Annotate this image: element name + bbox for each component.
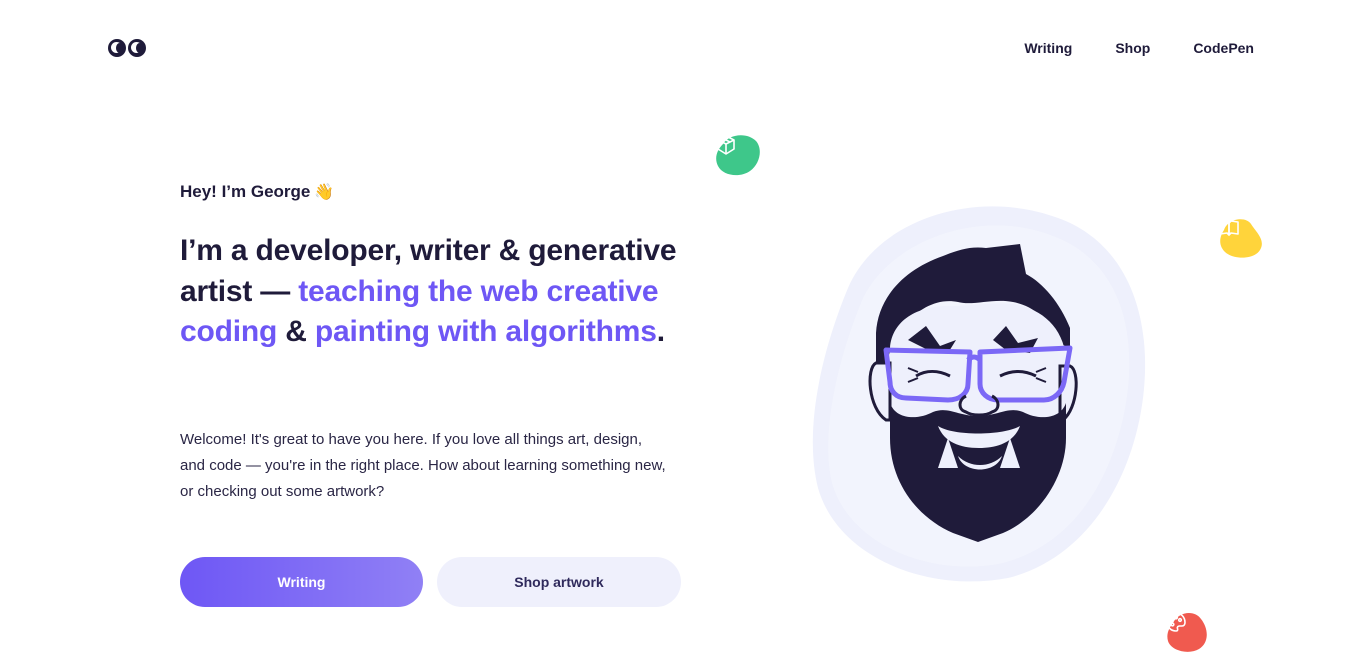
greeting: Hey! I’m George 👋	[180, 182, 334, 202]
greeting-text: Hey! I’m George	[180, 182, 311, 201]
headline-highlight-2: painting with algorithms	[314, 315, 657, 348]
headline: I’m a developer, writer & generative art…	[180, 231, 680, 353]
nav-codepen-link[interactable]: CodePen	[1193, 39, 1254, 57]
wave-emoji-icon: 👋	[314, 184, 335, 201]
cube-icon	[715, 134, 761, 176]
nav-writing-link[interactable]: Writing	[1024, 39, 1072, 57]
george-portrait-illustration	[808, 198, 1152, 588]
headline-part-3: &	[277, 315, 315, 348]
top-nav: Writing Shop CodePen	[1024, 39, 1254, 57]
palette-icon	[1165, 611, 1211, 653]
nav-shop-link[interactable]: Shop	[1115, 39, 1150, 57]
writing-button[interactable]: Writing	[180, 557, 423, 607]
eyes-logo-icon[interactable]	[108, 39, 148, 57]
cube-blob	[715, 134, 761, 176]
shop-artwork-button[interactable]: Shop artwork	[437, 557, 681, 607]
welcome-text: Welcome! It's great to have you here. If…	[180, 431, 666, 500]
palette-blob	[1165, 611, 1211, 653]
right-eye-icon	[128, 39, 146, 57]
left-eye-icon	[108, 39, 126, 57]
book-icon	[1218, 218, 1264, 260]
book-blob	[1218, 218, 1264, 260]
headline-period: .	[656, 315, 665, 348]
